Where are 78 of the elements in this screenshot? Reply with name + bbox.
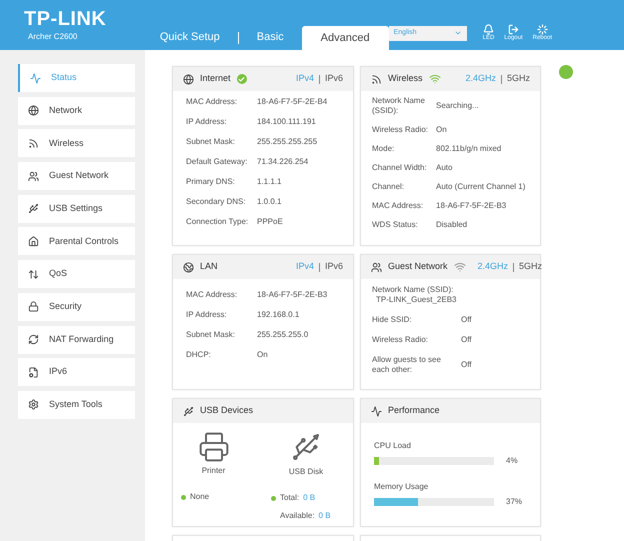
band-tab[interactable]: 5GHz [506, 72, 530, 86]
field-value: 1.1.1.1 [257, 177, 282, 187]
field-label: Network Name (SSID): [372, 96, 426, 116]
field-value: On [257, 350, 268, 360]
field-label: Channel Width: [372, 163, 428, 173]
field-value: 0 B [303, 492, 316, 504]
sidebar-item[interactable]: Network [18, 96, 135, 125]
field-label: WDS Status: [372, 220, 419, 230]
field-value: Off [461, 335, 472, 345]
band-tab[interactable]: IPv6 [324, 72, 343, 86]
band-tab[interactable]: IPv6 [324, 260, 343, 274]
field-value: 0 B [318, 510, 331, 522]
sidebar-item[interactable]: Security [18, 292, 135, 321]
field-value: Auto (Current Channel 1) [436, 182, 526, 192]
field-value: TP-LINK_Guest_2EB3 [375, 295, 458, 305]
device-label: USB Disk [288, 466, 324, 478]
meter-label: Memory Usage [374, 481, 430, 493]
sidebar-item[interactable]: System Tools [18, 390, 135, 419]
field-label: Available: [280, 510, 315, 522]
field-value: Auto [436, 163, 452, 173]
meter-label: CPU Load [374, 440, 412, 452]
field-label: Primary DNS: [186, 177, 236, 187]
printer-status: None [190, 491, 210, 503]
field-value: 192.168.0.1 [257, 310, 300, 320]
field-label: Hide SSID: [372, 315, 413, 325]
sidebar-item[interactable]: QoS [18, 260, 135, 288]
field-value: 184.100.111.191 [257, 117, 316, 127]
field-label: Network Name (SSID): [372, 285, 454, 295]
field-value: Off [461, 360, 472, 370]
field-label: Total: [280, 492, 300, 504]
panel-title: Wireless [388, 72, 423, 86]
sidebar-item[interactable]: USB Settings [18, 194, 135, 223]
sidebar-item[interactable]: Wireless [18, 129, 135, 158]
field-label: Wireless Radio: [372, 125, 430, 135]
field-label: Subnet Mask: [186, 330, 236, 340]
field-value: 18-A6-F7-5F-2E-B3 [436, 201, 506, 211]
field-value: 1.0.0.1 [257, 197, 282, 207]
field-label: MAC Address: [186, 290, 238, 300]
panel-title: Internet [200, 72, 231, 86]
field-label: Default Gateway: [186, 157, 248, 167]
field-value: 18-A6-F7-5F-2E-B4 [257, 97, 328, 107]
field-value: 255.255.255.0 [257, 330, 308, 340]
nav-tab[interactable]: Advanced [302, 26, 389, 50]
panel-title: Performance [388, 404, 440, 418]
field-label: MAC Address: [186, 97, 238, 107]
field-value: 802.11b/g/n mixed [436, 144, 502, 154]
logo: TP-LINK [24, 9, 108, 29]
meter-reading: 37% [506, 496, 522, 508]
meter-reading: 4% [506, 455, 518, 467]
field-value: PPPoE [257, 217, 283, 227]
field-value: Off [461, 315, 472, 325]
sidebar-item[interactable]: Guest Network [18, 162, 135, 190]
sidebar-item[interactable]: Parental Controls [18, 227, 135, 256]
field-value: Searching... [436, 101, 479, 111]
sidebar-item[interactable]: NAT Forwarding [18, 326, 135, 354]
panel-title: LAN [200, 260, 218, 274]
field-label: DHCP: [186, 350, 212, 360]
field-value: 18-A6-F7-5F-2E-B3 [257, 290, 328, 300]
sidebar-item[interactable]: IPv6 [18, 358, 135, 386]
field-value: 255.255.255.255 [257, 137, 318, 147]
field-label: Mode: [372, 144, 396, 154]
device-label: Printer [202, 465, 226, 477]
field-label: MAC Address: [372, 201, 424, 211]
field-label: Wireless Radio: [372, 335, 430, 345]
field-label: Subnet Mask: [186, 137, 236, 147]
panel-title: USB Devices [200, 404, 254, 418]
field-label: Connection Type: [186, 217, 250, 227]
field-value: On [436, 125, 447, 135]
panel-title: Guest Network [388, 260, 448, 274]
field-value: Disabled [436, 220, 468, 230]
model-name: Archer C2600 [28, 31, 78, 43]
field-label: IP Address: [186, 117, 228, 127]
field-value: 71.34.226.254 [257, 157, 308, 167]
field-label: Channel: [372, 182, 406, 192]
band-tab[interactable]: 5GHz [519, 260, 542, 274]
field-label: Secondary DNS: [186, 197, 247, 207]
field-label: IP Address: [186, 310, 228, 320]
field-label: Allow guests to see each other: [372, 355, 442, 375]
